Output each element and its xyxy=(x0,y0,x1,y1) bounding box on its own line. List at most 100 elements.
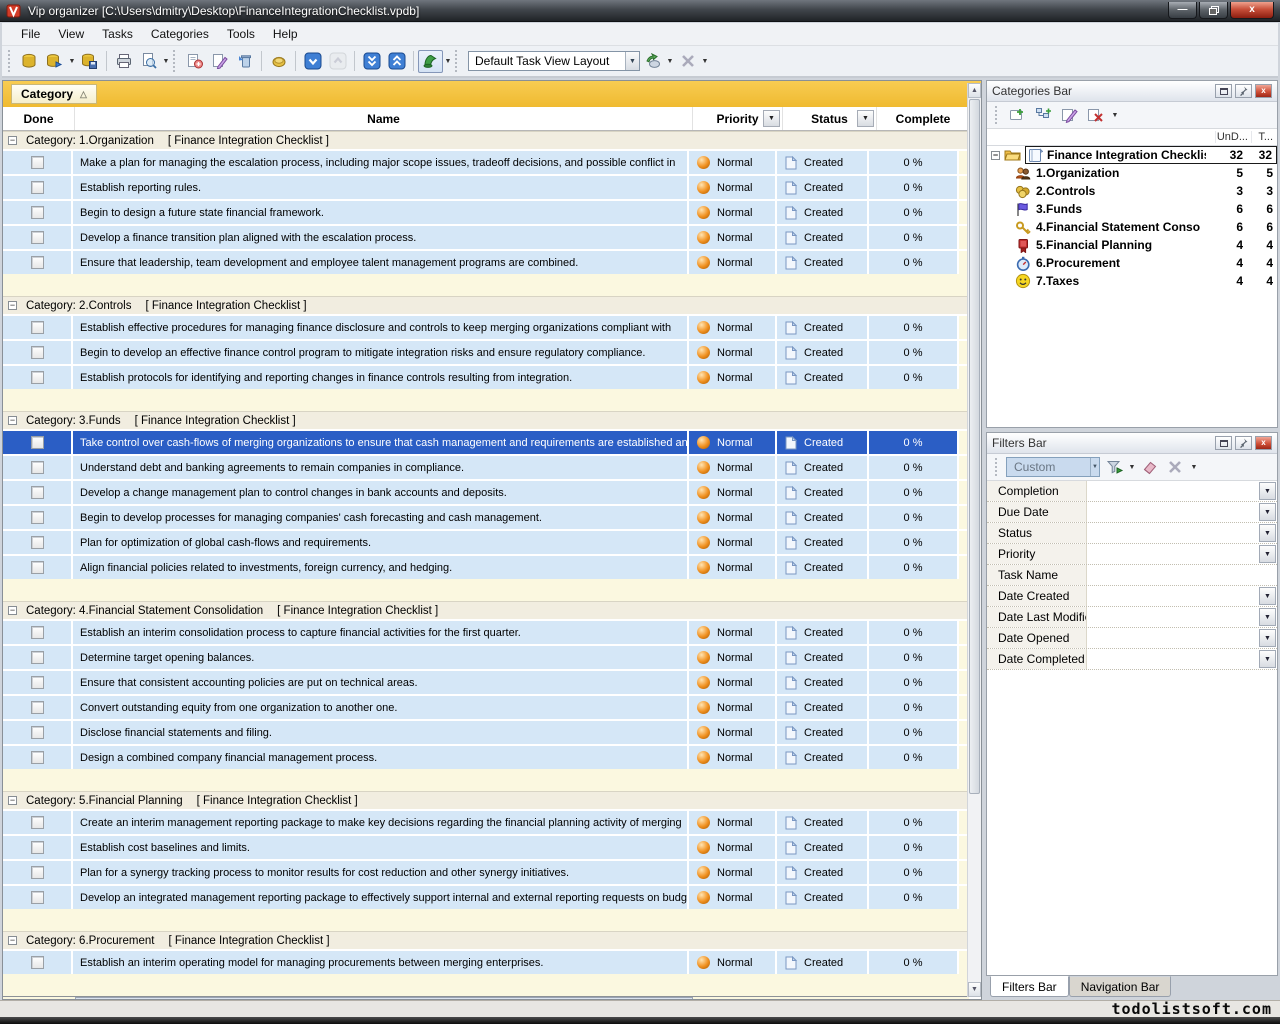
panel-close-icon[interactable]: x xyxy=(1255,436,1272,450)
menu-categories[interactable]: Categories xyxy=(142,24,218,44)
done-checkbox[interactable] xyxy=(31,701,44,714)
dropdown-arrow-icon[interactable]: ▼ xyxy=(1127,456,1137,479)
done-checkbox[interactable] xyxy=(31,536,44,549)
toolbar-overflow-icon[interactable]: ▼ xyxy=(1189,456,1199,479)
delete-category-button[interactable] xyxy=(1084,104,1108,126)
done-checkbox[interactable] xyxy=(31,866,44,879)
column-header-status[interactable]: Status ▼ xyxy=(783,107,877,130)
task-row[interactable]: Begin to develop processes for managing … xyxy=(3,504,969,529)
priority-filter-dropdown-icon[interactable]: ▼ xyxy=(763,110,780,127)
category-group-header[interactable]: −Category: 2.Controls[ Finance Integrati… xyxy=(3,296,969,314)
filter-dropdown-icon[interactable]: ▼ xyxy=(1259,524,1276,542)
tree-category-row[interactable]: 2.Controls33 xyxy=(987,182,1277,200)
filter-value-field[interactable] xyxy=(1087,649,1259,669)
apply-filter-button[interactable] xyxy=(1102,456,1127,479)
task-row[interactable]: Develop a finance transition plan aligne… xyxy=(3,224,969,249)
group-by-category-button[interactable]: Category △ xyxy=(11,84,97,104)
dropdown-arrow-icon[interactable]: ▼ xyxy=(1110,104,1120,127)
done-checkbox[interactable] xyxy=(31,626,44,639)
column-header-name[interactable]: Name xyxy=(75,107,693,130)
task-row[interactable]: Make a plan for managing the escalation … xyxy=(3,149,969,174)
reminder-button[interactable] xyxy=(418,50,443,73)
tree-category-row[interactable]: 3.Funds66 xyxy=(987,200,1277,218)
done-checkbox[interactable] xyxy=(31,346,44,359)
restore-button[interactable] xyxy=(1199,2,1228,19)
filter-value-field[interactable] xyxy=(1087,502,1259,522)
menu-tasks[interactable]: Tasks xyxy=(93,24,142,44)
done-checkbox[interactable] xyxy=(31,156,44,169)
filter-value-field[interactable] xyxy=(1087,628,1259,648)
scroll-down-icon[interactable]: ▼ xyxy=(968,982,981,997)
collapse-group-icon[interactable]: − xyxy=(8,796,17,805)
filter-value-field[interactable] xyxy=(1087,586,1259,606)
tree-category-row[interactable]: 1.Organization55 xyxy=(987,164,1277,182)
toolbar-grip[interactable] xyxy=(995,106,999,124)
done-checkbox[interactable] xyxy=(31,231,44,244)
dropdown-arrow-icon[interactable]: ▼ xyxy=(161,50,171,73)
filter-value-field[interactable] xyxy=(1087,565,1277,585)
task-row[interactable]: Begin to develop an effective finance co… xyxy=(3,339,969,364)
task-row[interactable]: Establish an interim operating model for… xyxy=(3,949,969,974)
category-group-header[interactable]: −Category: 5.Financial Planning[ Finance… xyxy=(3,791,969,809)
done-checkbox[interactable] xyxy=(31,841,44,854)
apply-layout-button[interactable] xyxy=(640,50,665,73)
tab-navigation-bar[interactable]: Navigation Bar xyxy=(1069,976,1172,997)
vertical-scrollbar[interactable]: ▲ ▼ xyxy=(967,83,981,997)
tree-category-row[interactable]: 6.Procurement44 xyxy=(987,254,1277,272)
task-row[interactable]: Ensure that consistent accounting polici… xyxy=(3,669,969,694)
task-row[interactable]: Begin to design a future state financial… xyxy=(3,199,969,224)
dropdown-arrow-icon[interactable]: ▼ xyxy=(67,50,77,73)
task-row[interactable]: Disclose financial statements and filing… xyxy=(3,719,969,744)
dropdown-arrow-icon[interactable]: ▼ xyxy=(443,50,453,73)
task-row[interactable]: Understand debt and banking agreements t… xyxy=(3,454,969,479)
task-row[interactable]: Plan for a synergy tracking process to m… xyxy=(3,859,969,884)
filter-dropdown-icon[interactable]: ▼ xyxy=(1259,587,1276,605)
task-row[interactable]: Convert outstanding equity from one orga… xyxy=(3,694,969,719)
done-checkbox[interactable] xyxy=(31,891,44,904)
toolbar-grip[interactable] xyxy=(8,50,13,72)
category-group-header[interactable]: −Category: 6.Procurement[ Finance Integr… xyxy=(3,931,969,949)
done-checkbox[interactable] xyxy=(31,956,44,969)
collapse-group-icon[interactable]: − xyxy=(8,606,17,615)
panel-pin-icon[interactable] xyxy=(1235,84,1252,98)
category-group-header[interactable]: −Category: 3.Funds[ Finance Integration … xyxy=(3,411,969,429)
done-checkbox[interactable] xyxy=(31,726,44,739)
combobox-dropdown-icon[interactable]: ▼ xyxy=(1090,458,1099,476)
done-checkbox[interactable] xyxy=(31,256,44,269)
done-checkbox[interactable] xyxy=(31,561,44,574)
category-group-header[interactable]: −Category: 1.Organization[ Finance Integ… xyxy=(3,131,969,149)
print-button[interactable] xyxy=(111,50,136,73)
dropdown-arrow-icon[interactable]: ▼ xyxy=(665,50,675,73)
filter-dropdown-icon[interactable]: ▼ xyxy=(1259,503,1276,521)
layout-combobox[interactable]: Default Task View Layout ▼ xyxy=(468,51,640,71)
done-checkbox[interactable] xyxy=(31,651,44,664)
delete-filter-button[interactable] xyxy=(1162,456,1187,479)
column-header-priority[interactable]: Priority ▼ xyxy=(693,107,783,130)
filter-dropdown-icon[interactable]: ▼ xyxy=(1259,482,1276,500)
filter-value-field[interactable] xyxy=(1087,481,1259,501)
column-header-undone[interactable]: UnD... xyxy=(1215,131,1251,143)
task-row[interactable]: Plan for optimization of global cash-flo… xyxy=(3,529,969,554)
delete-task-button[interactable] xyxy=(232,50,257,73)
filter-dropdown-icon[interactable]: ▼ xyxy=(1259,545,1276,563)
panel-pin-icon[interactable] xyxy=(1235,436,1252,450)
task-row[interactable]: Design a combined company financial mana… xyxy=(3,744,969,769)
print-preview-button[interactable] xyxy=(136,50,161,73)
task-row[interactable]: Create an interim management reporting p… xyxy=(3,809,969,834)
filter-dropdown-icon[interactable]: ▼ xyxy=(1259,629,1276,647)
add-category-button[interactable] xyxy=(1006,104,1030,126)
tab-filters-bar[interactable]: Filters Bar xyxy=(990,976,1069,997)
tree-root-row[interactable]: −Finance Integration Checklis3232 xyxy=(987,146,1277,164)
task-row[interactable]: Ensure that leadership, team development… xyxy=(3,249,969,274)
collapse-group-icon[interactable]: − xyxy=(8,136,17,145)
collapse-group-icon[interactable]: − xyxy=(8,416,17,425)
done-checkbox[interactable] xyxy=(31,816,44,829)
status-filter-dropdown-icon[interactable]: ▼ xyxy=(857,110,874,127)
done-checkbox[interactable] xyxy=(31,206,44,219)
column-header-complete[interactable]: Complete xyxy=(877,107,969,130)
edit-category-button[interactable] xyxy=(1058,104,1082,126)
done-checkbox[interactable] xyxy=(31,751,44,764)
done-checkbox[interactable] xyxy=(31,486,44,499)
done-checkbox[interactable] xyxy=(31,181,44,194)
save-database-button[interactable] xyxy=(77,50,102,73)
